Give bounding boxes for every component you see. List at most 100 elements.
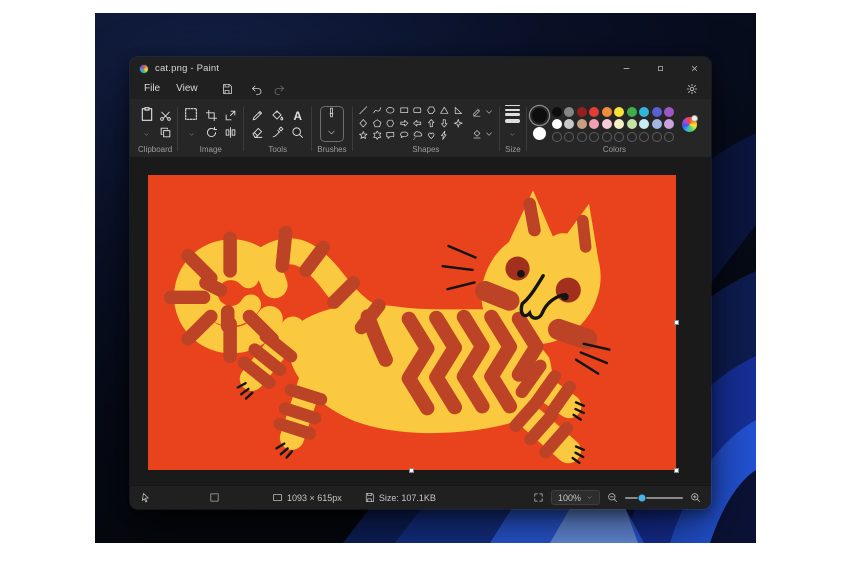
palette-swatch-r1-c2[interactable] bbox=[564, 107, 574, 117]
palette-swatch-r2-c5[interactable] bbox=[602, 119, 612, 129]
pencil-tool-button[interactable] bbox=[251, 109, 264, 122]
resize-button[interactable] bbox=[224, 109, 237, 122]
group-label-brushes: Brushes bbox=[317, 145, 346, 156]
paste-button[interactable] bbox=[139, 106, 155, 122]
paint-app-icon bbox=[139, 64, 149, 74]
color1-swatch[interactable] bbox=[532, 108, 547, 123]
window-title: cat.png - Paint bbox=[155, 63, 219, 74]
shape-outline-button[interactable] bbox=[472, 104, 494, 122]
edit-colors-wheel-button[interactable] bbox=[682, 117, 697, 132]
settings-gear-icon[interactable] bbox=[681, 83, 703, 95]
palette-swatch-r2-c3[interactable] bbox=[577, 119, 587, 129]
shape-callout-oval-icon[interactable] bbox=[399, 128, 410, 146]
palette-swatch-r2-c4[interactable] bbox=[589, 119, 599, 129]
canvas-resize-handle-right[interactable] bbox=[674, 320, 679, 325]
select-chevron-down-icon[interactable] bbox=[188, 125, 195, 143]
menu-view[interactable]: View bbox=[168, 81, 206, 96]
copy-button[interactable] bbox=[159, 126, 172, 139]
palette-swatch-r1-c6[interactable] bbox=[614, 107, 624, 117]
shape-lightning-icon[interactable] bbox=[439, 128, 450, 146]
toolbar-separator bbox=[526, 107, 527, 151]
zoom-level-dropdown[interactable]: 100% bbox=[551, 490, 600, 505]
brushes-button[interactable] bbox=[320, 106, 344, 142]
toolbar-separator bbox=[311, 107, 312, 151]
shape-star-4-icon[interactable] bbox=[453, 115, 464, 133]
group-label-shapes: Shapes bbox=[412, 145, 439, 156]
shape-callout-rounded-icon[interactable] bbox=[385, 128, 396, 146]
text-tool-button[interactable]: A bbox=[293, 109, 302, 123]
toolbar-separator bbox=[352, 107, 353, 151]
drawing-canvas[interactable] bbox=[148, 175, 676, 470]
file-size-floppy-icon bbox=[364, 492, 375, 503]
group-label-image: Image bbox=[200, 145, 222, 156]
flip-button[interactable] bbox=[224, 126, 237, 139]
palette-swatch-r2-c6[interactable] bbox=[614, 119, 624, 129]
outline-chevron-down-icon bbox=[484, 104, 494, 122]
group-shapes: Shapes bbox=[355, 101, 498, 157]
shape-star-6-icon[interactable] bbox=[372, 128, 383, 146]
palette-swatch-r2-c7[interactable] bbox=[627, 119, 637, 129]
palette-swatch-r1-c3[interactable] bbox=[577, 107, 587, 117]
cut-button[interactable] bbox=[159, 110, 172, 123]
size-button[interactable] bbox=[505, 105, 520, 143]
canvas-resize-handle-bottom[interactable] bbox=[409, 468, 414, 473]
palette-swatch-r2-c8[interactable] bbox=[639, 119, 649, 129]
palette-swatch-r1-c1[interactable] bbox=[552, 107, 562, 117]
palette-swatch-r1-c5[interactable] bbox=[602, 107, 612, 117]
palette-swatch-r1-c9[interactable] bbox=[652, 107, 662, 117]
crop-button[interactable] bbox=[205, 109, 218, 122]
undo-button[interactable] bbox=[246, 83, 268, 95]
palette-swatch-r2-c1[interactable] bbox=[552, 119, 562, 129]
palette-swatch-empty[interactable] bbox=[577, 132, 587, 142]
rotate-button[interactable] bbox=[205, 126, 218, 139]
palette-swatch-empty[interactable] bbox=[552, 132, 562, 142]
canvas-resize-handle-corner[interactable] bbox=[674, 468, 679, 473]
zoom-slider[interactable] bbox=[625, 497, 683, 499]
fit-to-window-button[interactable] bbox=[533, 492, 544, 503]
eraser-tool-button[interactable] bbox=[251, 126, 264, 139]
select-button[interactable] bbox=[183, 106, 199, 122]
palette-swatch-empty[interactable] bbox=[639, 132, 649, 142]
shape-callout-cloud-icon[interactable] bbox=[412, 128, 423, 146]
maximize-button[interactable] bbox=[643, 59, 677, 78]
redo-button[interactable] bbox=[268, 83, 290, 95]
palette-swatch-empty[interactable] bbox=[564, 132, 574, 142]
statusbar: 1093 × 615px Size: 107.1KB 100% bbox=[130, 485, 711, 509]
palette-swatch-empty[interactable] bbox=[652, 132, 662, 142]
palette-swatch-empty[interactable] bbox=[614, 132, 624, 142]
palette-swatch-r2-c2[interactable] bbox=[564, 119, 574, 129]
shape-star-5-icon[interactable] bbox=[358, 128, 369, 146]
menu-file[interactable]: File bbox=[136, 81, 168, 96]
screenshot-page: cat.png - Paint File View bbox=[0, 0, 850, 567]
magnifier-tool-button[interactable] bbox=[291, 126, 304, 139]
close-button[interactable] bbox=[677, 59, 711, 78]
save-button[interactable] bbox=[216, 83, 238, 95]
zoom-in-button[interactable] bbox=[690, 492, 701, 503]
shape-heart-icon[interactable] bbox=[426, 128, 437, 146]
palette-swatch-r1-c4[interactable] bbox=[589, 107, 599, 117]
palette-swatch-empty[interactable] bbox=[589, 132, 599, 142]
tiger-artwork bbox=[148, 175, 676, 470]
color-palette bbox=[552, 107, 675, 142]
shape-fill-button[interactable] bbox=[472, 126, 494, 144]
color2-swatch[interactable] bbox=[533, 127, 546, 140]
palette-swatch-empty[interactable] bbox=[627, 132, 637, 142]
color-picker-tool-button[interactable] bbox=[271, 126, 284, 139]
palette-swatch-r1-c8[interactable] bbox=[639, 107, 649, 117]
canvas-size-indicator: 1093 × 615px bbox=[272, 492, 342, 503]
palette-swatch-r2-c10[interactable] bbox=[664, 119, 674, 129]
palette-swatch-r1-c10[interactable] bbox=[664, 107, 674, 117]
group-size: Size bbox=[502, 101, 524, 157]
palette-swatch-r2-c9[interactable] bbox=[652, 119, 662, 129]
caption-buttons bbox=[609, 59, 711, 78]
palette-swatch-r1-c7[interactable] bbox=[627, 107, 637, 117]
zoom-slider-thumb[interactable] bbox=[638, 493, 647, 502]
palette-swatch-empty[interactable] bbox=[664, 132, 674, 142]
palette-swatch-empty[interactable] bbox=[602, 132, 612, 142]
menubar: File View bbox=[130, 78, 711, 99]
zoom-out-button[interactable] bbox=[607, 492, 618, 503]
minimize-button[interactable] bbox=[609, 59, 643, 78]
paste-chevron-down-icon[interactable] bbox=[143, 125, 150, 143]
fill-tool-button[interactable] bbox=[271, 109, 284, 122]
toolbar-separator bbox=[499, 107, 500, 151]
